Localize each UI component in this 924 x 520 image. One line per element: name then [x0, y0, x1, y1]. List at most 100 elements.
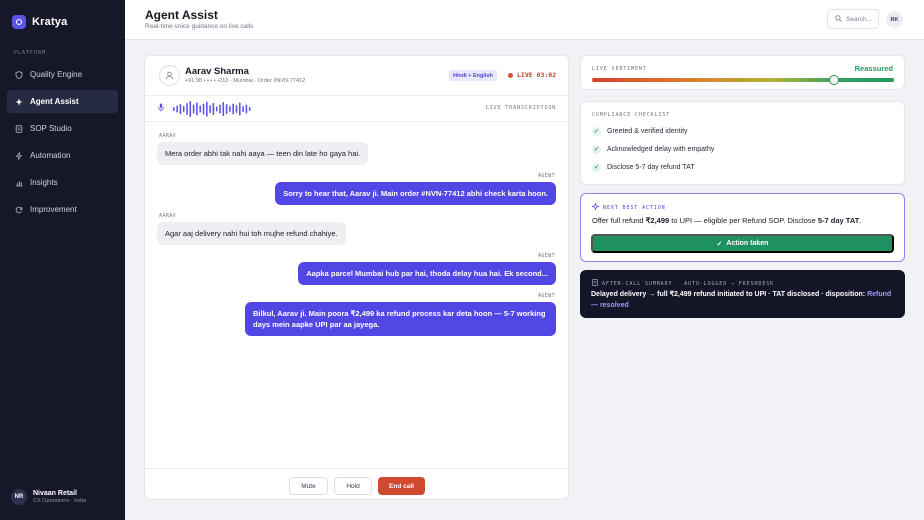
waveform-bar [219, 104, 221, 114]
live-timer-label: LIVE 03:02 [517, 71, 557, 79]
sidebar-item-label: SOP Studio [30, 124, 72, 133]
page-subtitle: Real-time voice guidance on live calls [145, 23, 254, 30]
summary-title: AFTER-CALL SUMMARY · AUTO-LOGGED → FRESH… [602, 280, 775, 287]
sparkle-icon [591, 202, 600, 212]
audio-waveform [173, 101, 251, 117]
nba-text-part: Offer full refund [592, 216, 646, 225]
sidebar-item-improvement[interactable]: Improvement [7, 198, 118, 221]
microphone-icon [158, 103, 164, 114]
bar-chart-icon [15, 179, 23, 187]
live-call-panel: Aarav Sharma +91 98 • • • • •210 · Mumba… [144, 55, 569, 500]
speaker-label: AGENT [537, 293, 555, 299]
sentiment-value: Reassured [854, 64, 893, 73]
sidebar-item-label: Quality Engine [30, 70, 83, 79]
waveform-bar [209, 105, 211, 113]
speaker-label: AGENT [537, 173, 555, 179]
sidebar-item-insights[interactable]: Insights [7, 171, 118, 194]
sidebar-item-sop-studio[interactable]: SOP Studio [7, 117, 118, 140]
mute-button[interactable]: Mute [289, 477, 328, 495]
message-text: Bilkul, Aarav ji. Main poora ₹2,499 ka r… [253, 309, 504, 318]
waveform-bar [182, 106, 185, 112]
customer-message: Agar aaj delivery nahi hui toh mujhe ref… [157, 222, 346, 245]
waveform-bar [239, 102, 241, 116]
next-best-action-label: NEXT BEST ACTION [591, 202, 666, 212]
message-text: mein aapke UPI par aa jayega. [270, 320, 380, 329]
call-controls: Mute Hold End call [145, 468, 568, 499]
sidebar-item-label: Agent Assist [30, 97, 79, 106]
summary-label: AFTER-CALL SUMMARY · AUTO-LOGGED → FRESH… [592, 279, 774, 288]
caller-header: Aarav Sharma +91 98 • • • • •210 · Mumba… [145, 56, 568, 96]
speaker-label: AGENT [537, 253, 555, 259]
waveform-bar [189, 101, 192, 117]
app-name: Kratya [32, 16, 68, 28]
sidebar-item-quality-engine[interactable]: Quality Engine [7, 63, 118, 86]
next-best-action-title: NEXT BEST ACTION [603, 204, 666, 211]
checklist-item: ✓ Acknowledged delay with empathy [592, 145, 714, 154]
nba-text-part: . [859, 216, 862, 225]
waveform-bar [242, 106, 244, 112]
page-title: Agent Assist [145, 8, 218, 22]
waveform-bar [196, 102, 198, 116]
sidebar-item-label: Improvement [30, 205, 77, 214]
waveform-bar [176, 105, 178, 113]
bolt-icon [15, 151, 23, 160]
live-dot-icon [508, 72, 513, 78]
waveform-bar [179, 104, 182, 114]
action-taken-label: Action taken [726, 240, 769, 247]
end-call-button[interactable]: End call [378, 477, 425, 495]
agent-message: Aapka parcel Mumbai hub par hai, thoda d… [298, 262, 556, 285]
message-emphasis: 5-7 [503, 309, 515, 318]
transcription-label: LIVE TRANSCRIPTION [485, 105, 556, 111]
checklist-item-label: Greeted & verified identity [607, 128, 688, 135]
check-icon: ✓ [592, 127, 601, 136]
user-icon [159, 65, 180, 86]
logo-icon [12, 15, 26, 29]
search-input[interactable]: Search... [827, 9, 879, 29]
sidebar-item-automation[interactable]: Automation [7, 144, 118, 167]
org-switcher[interactable]: NR Nivaan Retail CX Operations · India [11, 489, 86, 505]
speaker-label: AARAV [159, 133, 177, 139]
after-call-summary-card: AFTER-CALL SUMMARY · AUTO-LOGGED → FRESH… [580, 270, 905, 318]
nav-section-label: PLATFORM [14, 50, 47, 56]
caller-meta: +91 98 • • • • •210 · Mumbai · Order #NV… [185, 78, 306, 84]
document-icon [592, 279, 598, 288]
search-placeholder: Search... [846, 15, 873, 23]
waveform-bar [212, 103, 215, 115]
waveform-bar [199, 105, 201, 113]
sidebar-item-agent-assist[interactable]: Agent Assist [7, 90, 118, 113]
sidebar-nav: Quality Engine Agent Assist SOP Studio A… [7, 63, 118, 225]
agent-message: Sorry to hear that, Aarav ji. Main order… [275, 182, 556, 205]
checklist-item-label: Disclose 5-7 day refund TAT [607, 164, 695, 171]
document-icon [15, 124, 23, 133]
checklist-item: ✓ Disclose 5-7 day refund TAT [592, 163, 695, 172]
hold-button[interactable]: Hold [334, 477, 372, 495]
waveform-bar [202, 103, 205, 115]
waveform-bar [192, 104, 195, 114]
brand[interactable]: Kratya [12, 15, 67, 29]
refund-tat: 5-7 day TAT [817, 216, 860, 225]
waveform-bar [235, 105, 238, 113]
waveform-bar [186, 103, 188, 115]
user-avatar[interactable]: RK [886, 11, 903, 28]
sidebar: Kratya PLATFORM Quality Engine Agent Ass… [0, 0, 125, 520]
checklist-item: ✓ Greeted & verified identity [592, 127, 688, 136]
org-subtitle: CX Operations · India [33, 498, 86, 504]
sentiment-meter [592, 78, 894, 82]
waveform-bar [206, 101, 208, 117]
shield-icon [15, 70, 23, 79]
waveform-bar [225, 104, 228, 114]
compliance-label: COMPLIANCE CHECKLIST [592, 112, 671, 118]
refresh-icon [15, 206, 23, 214]
waveform-bar [173, 107, 175, 111]
org-name: Nivaan Retail [33, 490, 77, 497]
action-taken-button[interactable]: ✓ Action taken [591, 234, 894, 253]
top-header: Agent Assist Real-time voice guidance on… [125, 0, 924, 40]
sentiment-indicator [828, 75, 839, 85]
waveform-bar [245, 104, 248, 114]
check-icon: ✓ [592, 163, 601, 172]
language-badge: Hindi + English [449, 70, 497, 81]
check-icon: ✓ [592, 145, 601, 154]
nba-text-part: to UPI — eligible per Refund SOP. Disclo… [669, 216, 818, 225]
next-best-action-card: NEXT BEST ACTION Offer full refund ₹2,49… [580, 193, 905, 262]
caller-name: Aarav Sharma [185, 66, 249, 77]
